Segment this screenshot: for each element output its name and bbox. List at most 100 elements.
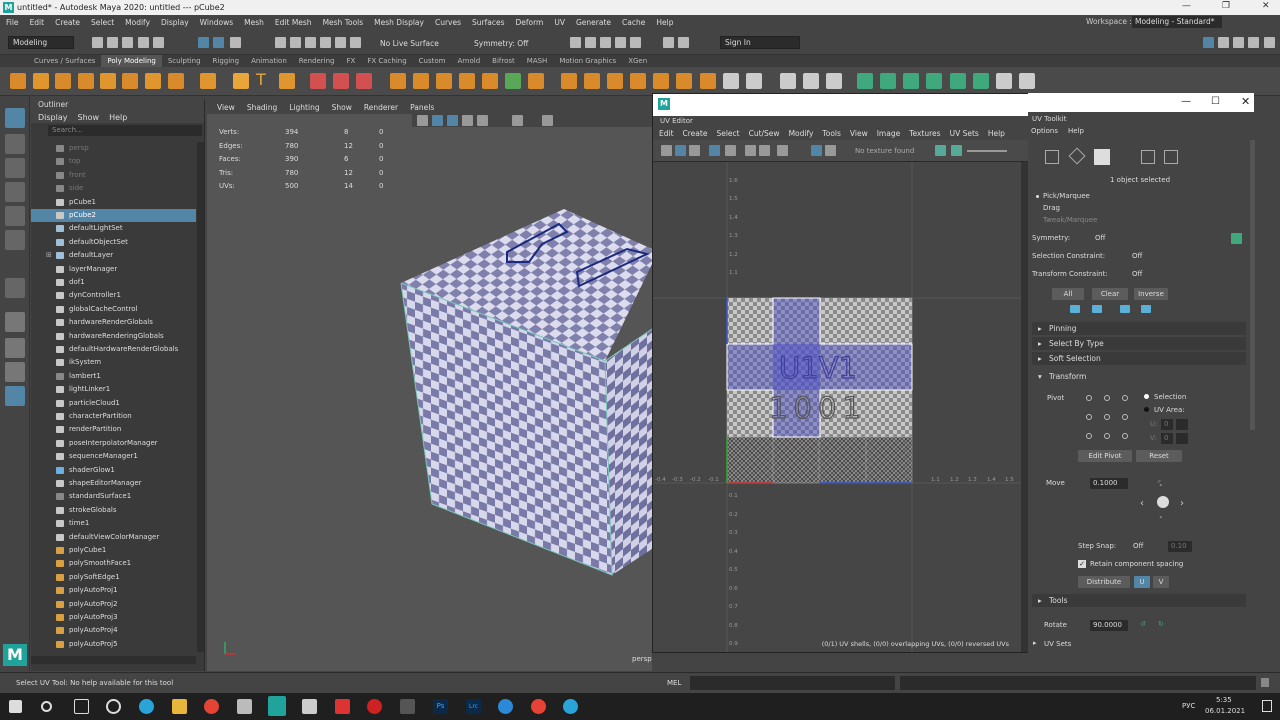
offset-edge-loop-icon[interactable] xyxy=(826,73,842,89)
expand-icon[interactable]: ⊞ xyxy=(46,249,52,262)
menu-display[interactable]: Display xyxy=(161,18,189,27)
maya-home-icon[interactable]: M xyxy=(3,644,27,666)
outliner-item[interactable]: polyAutoProj4 xyxy=(31,624,196,637)
retopo-icon[interactable] xyxy=(459,73,475,89)
transform-constraint-value[interactable]: Off xyxy=(1132,270,1142,278)
uv-menu-image[interactable]: Image xyxy=(877,129,901,138)
boolean-icon[interactable] xyxy=(356,73,372,89)
render-frame-icon[interactable] xyxy=(585,37,596,48)
telegram-icon[interactable] xyxy=(139,699,154,714)
menu-select[interactable]: Select xyxy=(91,18,114,27)
outliner-item[interactable]: hardwareRenderingGlobals xyxy=(31,330,196,343)
channel-box-icon[interactable] xyxy=(1248,37,1259,48)
outliner-scrollbar[interactable] xyxy=(197,142,204,652)
vp-menu-show[interactable]: Show xyxy=(332,103,352,112)
step-snap-field[interactable]: 0.10 xyxy=(1168,541,1192,552)
section-pinning[interactable]: ▸ Pinning xyxy=(1032,322,1246,335)
select-by-hierarchy-icon[interactable] xyxy=(198,37,209,48)
poly-torus-icon[interactable] xyxy=(100,73,116,89)
rotate-ccw-icon[interactable]: ↺ xyxy=(1140,620,1146,628)
platonic-icon[interactable] xyxy=(168,73,184,89)
menu-generate[interactable]: Generate xyxy=(576,18,611,27)
uv-sets-arrow[interactable]: ▸ xyxy=(1033,639,1037,647)
shelf-tab-motion-graphics[interactable]: Motion Graphics xyxy=(553,55,622,67)
select-shell-border-icon[interactable] xyxy=(1070,305,1080,313)
menu-mesh-display[interactable]: Mesh Display xyxy=(374,18,424,27)
toolkit-scrollbar[interactable] xyxy=(1250,140,1255,430)
menu-windows[interactable]: Windows xyxy=(200,18,233,27)
uv-menu-edit[interactable]: Edit xyxy=(659,129,674,138)
uv-dim-image-icon[interactable] xyxy=(825,145,836,156)
move-tool-icon[interactable] xyxy=(5,182,25,202)
uv-shell-select-icon[interactable] xyxy=(1045,150,1059,164)
uv-close-btn[interactable]: ✕ xyxy=(1241,95,1250,108)
mode-drag[interactable]: Drag xyxy=(1043,204,1060,212)
outliner-item[interactable]: polySmoothFace1 xyxy=(31,557,196,570)
outliner-item[interactable]: defaultObjectSet xyxy=(31,236,196,249)
fill-hole-icon[interactable] xyxy=(653,73,669,89)
vp-menu-panels[interactable]: Panels xyxy=(410,103,434,112)
edit-pivot-button[interactable]: Edit Pivot xyxy=(1078,450,1132,462)
outliner-item[interactable]: polyAutoProj2 xyxy=(31,598,196,611)
step-snap-value[interactable]: Off xyxy=(1133,542,1143,550)
poly-plane-icon[interactable] xyxy=(122,73,138,89)
mirror-icon[interactable] xyxy=(482,73,498,89)
mel-label[interactable]: MEL xyxy=(667,679,681,687)
sign-in-dropdown[interactable]: Sign In xyxy=(720,36,800,49)
shelf-tab-arnold[interactable]: Arnold xyxy=(452,55,487,67)
make-hole-icon[interactable] xyxy=(676,73,692,89)
mode-tweak-marquee[interactable]: Tweak/Marquee xyxy=(1043,216,1097,224)
pivot-u-field[interactable]: 0 xyxy=(1161,419,1173,430)
uv-menu-textures[interactable]: Textures xyxy=(909,129,940,138)
move-value-field[interactable]: 0.1000 xyxy=(1090,478,1128,489)
uv-display-image-icon[interactable] xyxy=(759,145,770,156)
obs-icon[interactable] xyxy=(237,699,252,714)
outliner-item[interactable]: hardwareRenderGlobals xyxy=(31,316,196,329)
outliner-item[interactable]: top xyxy=(31,155,196,168)
four-view-layout-icon[interactable] xyxy=(5,338,25,358)
language-indicator[interactable]: РУС xyxy=(1182,702,1195,710)
paint-select-icon[interactable] xyxy=(5,158,25,178)
uv-menu-tools[interactable]: Tools xyxy=(822,129,840,138)
tool-settings-icon[interactable] xyxy=(1233,37,1244,48)
live-surface-label[interactable]: No Live Surface xyxy=(380,39,439,48)
minimize-icon[interactable]: — xyxy=(1182,1,1191,11)
cylindrical-map-icon[interactable] xyxy=(903,73,919,89)
pivot-ml-radio[interactable] xyxy=(1086,414,1092,420)
section-transform[interactable]: ▾ Transform xyxy=(1032,370,1246,383)
uv-min-btn[interactable]: — xyxy=(1181,96,1191,107)
outliner-item[interactable]: lambert1 xyxy=(31,370,196,383)
scale-tool-icon[interactable] xyxy=(5,230,25,250)
lasso-tool-icon[interactable] xyxy=(5,134,25,154)
render-settings-icon[interactable] xyxy=(615,37,626,48)
snap-grid-icon[interactable] xyxy=(275,37,286,48)
outliner-item[interactable]: poseInterpolatorManager xyxy=(31,437,196,450)
shelf-tab-rendering[interactable]: Rendering xyxy=(293,55,341,67)
distribute-v-button[interactable]: V xyxy=(1153,576,1169,588)
move-up-arrow-icon[interactable]: ˄ xyxy=(1159,484,1163,492)
menu-modify[interactable]: Modify xyxy=(125,18,150,27)
poke-icon[interactable] xyxy=(746,73,762,89)
outliner-menu-help[interactable]: Help xyxy=(109,113,127,122)
symmetry-value[interactable]: Off xyxy=(1095,234,1105,242)
attribute-editor-icon[interactable] xyxy=(1218,37,1229,48)
outliner-item[interactable]: defaultHardwareRenderGlobals xyxy=(31,343,196,356)
outliner-item[interactable]: sequenceManager1 xyxy=(31,450,196,463)
outliner-item[interactable]: polySoftEdge1 xyxy=(31,571,196,584)
cube-scene[interactable] xyxy=(207,114,652,671)
menu-mesh-tools[interactable]: Mesh Tools xyxy=(323,18,364,27)
outliner-item[interactable]: ikSystem xyxy=(31,356,196,369)
new-scene-icon[interactable] xyxy=(92,37,103,48)
pivot-u-field-2[interactable] xyxy=(1176,419,1188,430)
uv-texture-dropdown[interactable]: No texture found xyxy=(855,147,914,155)
select-reversed-icon[interactable] xyxy=(1141,305,1151,313)
pivot-v-field[interactable]: 0 xyxy=(1161,433,1173,444)
move-left-icon[interactable]: ‹ xyxy=(1140,498,1144,509)
append-polygon-icon[interactable] xyxy=(630,73,646,89)
svg-icon[interactable] xyxy=(279,73,295,89)
bevel-icon[interactable] xyxy=(607,73,623,89)
inverse-selection-button[interactable]: Inverse xyxy=(1134,288,1168,300)
outliner-item[interactable]: front xyxy=(31,169,196,182)
shelf-tab-fx-caching[interactable]: FX Caching xyxy=(361,55,412,67)
move-center-icon[interactable] xyxy=(1157,496,1169,508)
